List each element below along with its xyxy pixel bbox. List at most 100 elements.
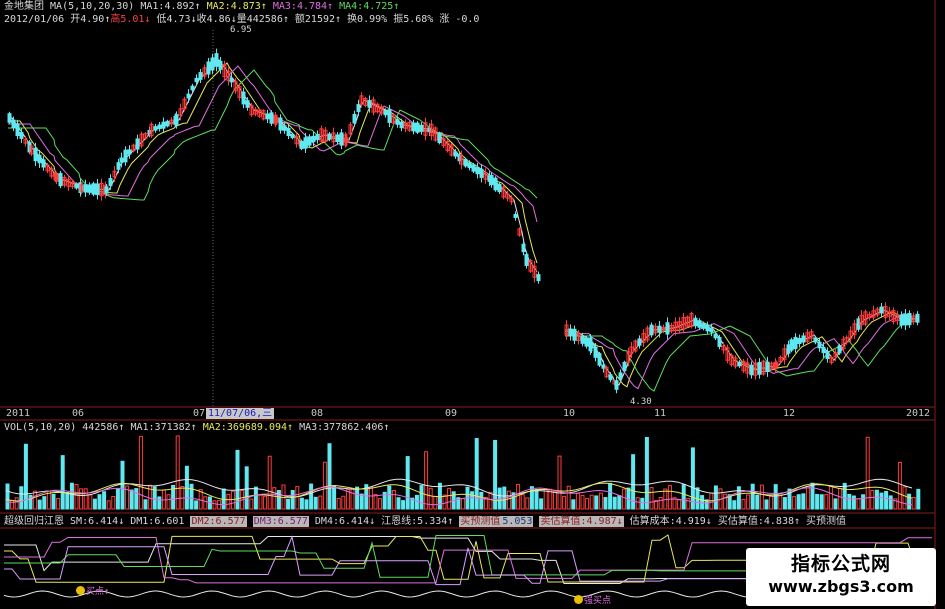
amplitude-value: 振5.68% bbox=[393, 14, 434, 25]
candle-body bbox=[415, 122, 420, 133]
volume-bar bbox=[134, 488, 139, 510]
amount-value: 额21592↑ bbox=[294, 14, 342, 25]
candle-body bbox=[383, 110, 388, 116]
volume-bar bbox=[838, 487, 843, 510]
candle-body bbox=[801, 335, 806, 343]
volume-bar bbox=[433, 496, 438, 510]
vol-ma2: MA2:369689.094↑ bbox=[202, 422, 294, 433]
volume-bar bbox=[520, 494, 525, 510]
candle-body bbox=[194, 77, 199, 83]
volume-bar bbox=[764, 499, 769, 510]
volume-bar bbox=[345, 489, 350, 510]
candle-body bbox=[157, 124, 162, 130]
volume-bar bbox=[295, 486, 300, 510]
volume-bar bbox=[5, 483, 10, 510]
candle-body bbox=[899, 314, 904, 326]
volume-bar bbox=[621, 488, 626, 510]
candle-body bbox=[367, 100, 372, 108]
candle-body bbox=[713, 333, 718, 339]
volume-bar bbox=[373, 493, 378, 510]
candle-body bbox=[356, 104, 361, 112]
volume-bar bbox=[65, 491, 70, 510]
volume-bar bbox=[589, 494, 594, 510]
candle-body bbox=[572, 328, 577, 341]
volume-bar bbox=[746, 494, 751, 510]
buy-estimate: 买估算值:4.838↑ bbox=[717, 516, 801, 527]
volume-bar bbox=[851, 495, 856, 510]
candle-body bbox=[37, 154, 42, 164]
volume-bar bbox=[115, 488, 120, 510]
volume-bar bbox=[428, 487, 433, 510]
volume-bar bbox=[391, 489, 396, 510]
candle-body bbox=[622, 361, 627, 371]
buy-forecast-value: 5.053 bbox=[501, 516, 534, 527]
candle-body bbox=[737, 361, 742, 367]
volume-bar bbox=[580, 494, 585, 510]
volume-bar bbox=[322, 461, 327, 510]
candle-body bbox=[813, 337, 818, 343]
volume-bar bbox=[796, 494, 801, 510]
ma-line bbox=[8, 65, 538, 223]
volume-bar bbox=[506, 490, 511, 510]
volume-bar bbox=[562, 495, 567, 510]
volume-bar bbox=[539, 498, 544, 510]
volume-bar bbox=[828, 485, 833, 510]
volume-bar bbox=[884, 490, 889, 510]
volume-bar bbox=[230, 490, 235, 510]
xaxis-label-11: 11 bbox=[654, 408, 667, 419]
candle-body bbox=[789, 339, 794, 351]
volume-bar bbox=[368, 486, 373, 510]
vol-ma1: MA1:371382↑ bbox=[130, 422, 197, 433]
candle-body bbox=[837, 345, 842, 354]
volume-bar bbox=[33, 490, 38, 510]
indicator-name: 超级回归江恩 bbox=[4, 516, 64, 527]
volume-bar bbox=[516, 483, 521, 510]
price-header-ma: 金地集团 MA(5,10,20,30) MA1:4.892↑ MA2:4.873… bbox=[4, 1, 399, 13]
candle-body bbox=[907, 312, 912, 326]
candle-body bbox=[580, 335, 585, 344]
volume-bar bbox=[286, 498, 291, 510]
volume-bar bbox=[612, 496, 617, 510]
volume-bar bbox=[566, 485, 571, 510]
volume-bar bbox=[424, 451, 429, 510]
volume-bar bbox=[267, 455, 272, 510]
volume-bar bbox=[401, 500, 406, 510]
candle-body bbox=[915, 313, 920, 323]
candle-body bbox=[797, 337, 802, 345]
volume-bar bbox=[543, 488, 548, 510]
volume-bar bbox=[387, 485, 392, 510]
volume-bar bbox=[14, 497, 19, 510]
candle-body bbox=[589, 341, 594, 349]
volume-bar bbox=[332, 485, 337, 510]
volume-bar bbox=[414, 494, 419, 510]
volume-bar bbox=[419, 485, 424, 510]
volume-bar bbox=[649, 487, 654, 510]
candle-body bbox=[693, 317, 698, 327]
ma-line bbox=[8, 59, 538, 273]
smiley-icon bbox=[574, 595, 583, 604]
volume-bar bbox=[782, 497, 787, 510]
ma-line bbox=[565, 317, 917, 392]
candle-body bbox=[493, 177, 498, 191]
volume-bar bbox=[686, 497, 691, 510]
candle-body bbox=[198, 72, 203, 80]
volume-bar bbox=[263, 495, 268, 510]
change-value: 涨 -0.0 bbox=[439, 14, 480, 25]
vol-value: 442586↑ bbox=[82, 422, 125, 433]
volume-bar bbox=[74, 484, 79, 510]
candle-body bbox=[471, 164, 476, 172]
volume-bar bbox=[741, 498, 746, 510]
volume-bar bbox=[37, 499, 42, 510]
candle-body bbox=[352, 113, 357, 124]
volume-bar bbox=[902, 486, 907, 510]
volume-bar bbox=[824, 494, 829, 510]
candle-body bbox=[489, 174, 494, 186]
volume-bar bbox=[815, 493, 820, 510]
volume-bar bbox=[60, 455, 65, 510]
volume-bar bbox=[309, 483, 314, 510]
volume-bar bbox=[79, 488, 84, 510]
volume-bar bbox=[111, 496, 116, 510]
volume-bar bbox=[396, 497, 401, 510]
volume-bar bbox=[447, 487, 452, 510]
volume-bar bbox=[56, 497, 61, 510]
